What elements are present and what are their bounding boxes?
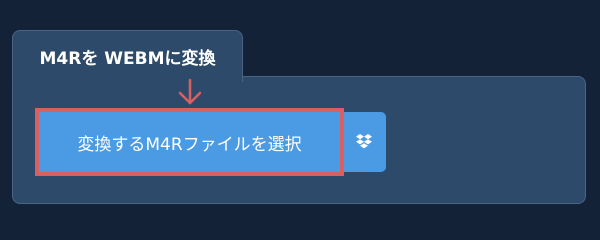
converter-title: M4Rを WEBMに変換: [39, 49, 216, 69]
converter-tab: M4Rを WEBMに変換: [12, 30, 243, 82]
dropbox-icon: [356, 134, 372, 149]
select-file-button[interactable]: 変換するM4Rファイルを選択: [35, 108, 344, 176]
down-arrow-icon: [178, 78, 202, 105]
dropbox-button[interactable]: [342, 112, 386, 172]
select-file-label: 変換するM4Rファイルを選択: [77, 134, 302, 155]
